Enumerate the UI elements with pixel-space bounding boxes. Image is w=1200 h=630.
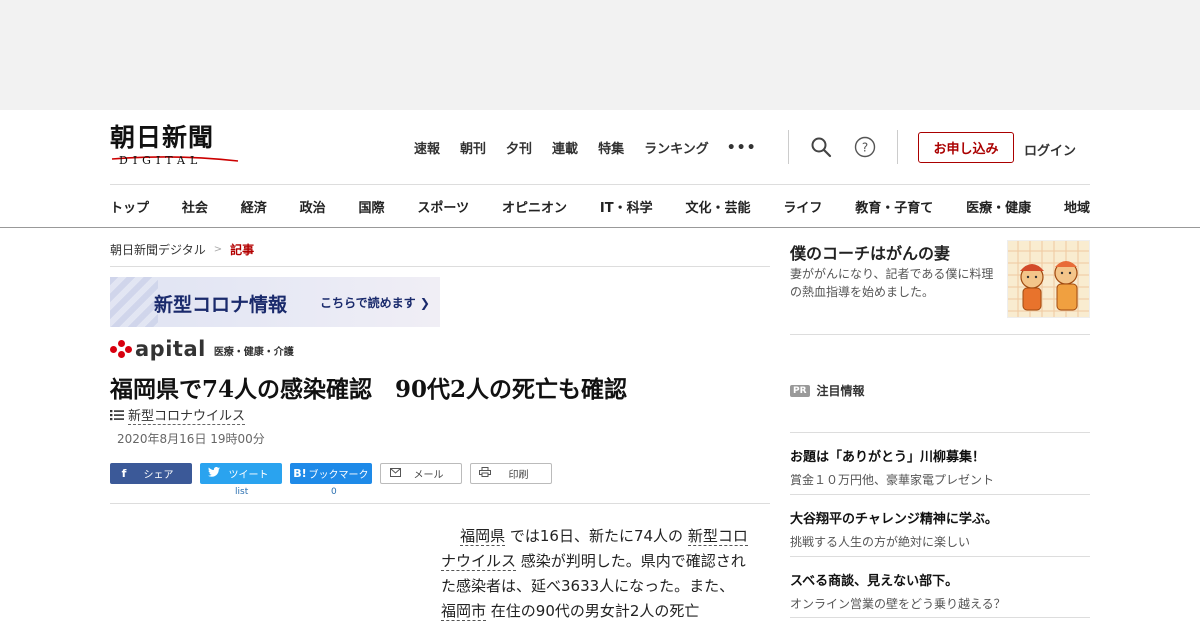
apital-brand[interactable]: apital 医療・健康・介護 [110, 336, 294, 360]
breadcrumb-rule [110, 266, 770, 267]
pr-item-title: スベる商談、見えない部下。 [790, 574, 959, 589]
article-body: 福岡県 では16日、新たに74人の 新型コロナウイルス 感染が判明した。県内で確… [441, 524, 751, 624]
sidebar-rule [790, 432, 1090, 433]
more-menu-icon[interactable]: ••• [727, 140, 757, 156]
mail-share-button[interactable]: メール [380, 463, 462, 484]
banner-pattern [110, 277, 158, 327]
topnav-rensai[interactable]: 連載 [552, 138, 578, 157]
header-rule [110, 184, 1090, 185]
sidebar-rule [790, 334, 1090, 335]
print-button[interactable]: 印刷 [470, 463, 552, 484]
breadcrumb: 朝日新聞デジタル > 記事 [110, 241, 254, 258]
site-header: 朝日新聞 DIGITAL 速報 朝刊 夕刊 連載 特集 ランキング ••• ? … [0, 110, 1200, 228]
corona-info-banner[interactable]: 新型コロナ情報 こちらで読めます ❯ [110, 277, 440, 327]
keyword-link-fukuoka-city[interactable]: 福岡市 [441, 602, 487, 621]
body-text-segment: 在住の90代の男女計2人の死亡 [486, 602, 700, 620]
pr-section-header: PR 注目情報 [790, 382, 865, 399]
print-label: 印刷 [508, 470, 529, 481]
cat-economy[interactable]: 経済 [241, 197, 267, 216]
top-ad-area [0, 0, 1200, 110]
subscribe-button[interactable]: お申し込み [918, 132, 1014, 163]
cat-top[interactable]: トップ [110, 197, 149, 216]
cat-education[interactable]: 教育・子育て [855, 197, 933, 216]
pr-item-title: 大谷翔平のチャレンジ精神に学ぶ。 [790, 512, 998, 527]
top-nav: 速報 朝刊 夕刊 連載 特集 ランキング ••• [414, 138, 777, 158]
sidebar-rule [790, 617, 1090, 618]
hatena-bookmark-icon: B! [293, 467, 307, 480]
breadcrumb-home[interactable]: 朝日新聞デジタル [110, 241, 206, 258]
breadcrumb-current: 記事 [230, 243, 255, 257]
sidebar-promo-title[interactable]: 僕のコーチはがんの妻 [790, 240, 950, 264]
site-logo[interactable]: 朝日新聞 DIGITAL [110, 124, 240, 170]
sidebar-rule [790, 494, 1090, 495]
topnav-sokuho[interactable]: 速報 [414, 138, 440, 157]
login-link[interactable]: ログイン [1024, 140, 1076, 159]
mail-icon [386, 467, 404, 480]
pr-section-title: 注目情報 [816, 384, 865, 398]
pr-item-subtitle: 賞金１０万円他、豪華家電プレゼント [790, 473, 995, 487]
article-headline: 福岡県で74人の感染確認 90代2人の死亡も確認 [110, 376, 628, 403]
cat-society[interactable]: 社会 [182, 197, 208, 216]
category-nav: トップ 社会 経済 政治 国際 スポーツ オピニオン IT・科学 文化・芸能 ラ… [110, 197, 1090, 216]
header-divider [788, 130, 789, 164]
topnav-ranking[interactable]: ランキング [644, 138, 709, 157]
cat-region[interactable]: 地域 [1064, 197, 1090, 216]
breadcrumb-separator: > [213, 244, 223, 255]
cat-international[interactable]: 国際 [359, 197, 385, 216]
logo-subtitle: DIGITAL [119, 154, 203, 167]
topnav-tokushu[interactable]: 特集 [598, 138, 624, 157]
cat-sports[interactable]: スポーツ [417, 197, 469, 216]
apital-logo-icon [110, 340, 132, 360]
topic-link[interactable]: 新型コロナウイルス [128, 405, 246, 425]
hatena-count[interactable]: 0 [331, 487, 337, 497]
cat-life[interactable]: ライフ [783, 197, 822, 216]
body-text-segment: では16日、新たに74人の [505, 527, 688, 545]
topnav-chokan[interactable]: 朝刊 [460, 138, 486, 157]
cat-health[interactable]: 医療・健康 [966, 197, 1031, 216]
sidebar-promo-illustration[interactable] [1007, 240, 1090, 318]
facebook-icon: f [121, 467, 127, 480]
banner-title: 新型コロナ情報 [154, 294, 288, 316]
mail-share-label: メール [413, 470, 444, 481]
article-paragraph: 福岡県 では16日、新たに74人の 新型コロナウイルス 感染が判明した。県内で確… [441, 524, 751, 624]
pr-item-subtitle: 挑戦する人生の方が絶対に楽しい [790, 535, 971, 549]
pr-item[interactable]: 大谷翔平のチャレンジ精神に学ぶ。 挑戦する人生の方が絶対に楽しい [790, 508, 1090, 550]
pr-item[interactable]: スベる商談、見えない部下。 オンライン営業の壁をどう乗り越える？ [790, 570, 1090, 612]
hatena-bookmark-button[interactable]: B! ブックマーク [290, 463, 372, 484]
search-icon[interactable] [810, 136, 832, 158]
apital-category: 医療・健康・介護 [213, 347, 294, 358]
twitter-icon [205, 467, 223, 480]
sidebar-promo-text: 妻ががんになり、記者である僕に料理の熱血指導を始めました。 [790, 267, 994, 299]
pr-badge: PR [790, 384, 810, 397]
keyword-link-fukuoka-pref[interactable]: 福岡県 [460, 527, 506, 546]
topnav-yukan[interactable]: 夕刊 [506, 138, 532, 157]
pr-item[interactable]: お題は「ありがとう」川柳募集！ 賞金１０万円他、豪華家電プレゼント [790, 446, 1090, 488]
pr-item-subtitle: オンライン営業の壁をどう乗り越える？ [790, 597, 1006, 611]
twitter-share-label: ツイート [228, 470, 269, 481]
sidebar-rule [790, 556, 1090, 557]
cat-culture[interactable]: 文化・芸能 [685, 197, 750, 216]
twitter-share-button[interactable]: ツイート [200, 463, 282, 484]
facebook-share-label: シェア [143, 470, 174, 481]
facebook-share-button[interactable]: f シェア [110, 463, 192, 484]
apital-wordmark: apital [135, 337, 206, 361]
pr-item-title: お題は「ありがとう」川柳募集！ [790, 450, 986, 465]
twitter-count[interactable]: list [235, 487, 248, 497]
article-date: 2020年8月16日 19時00分 [117, 432, 265, 446]
article-rule [110, 503, 770, 504]
banner-link: こちらで読めます ❯ [320, 296, 430, 310]
svg-text:?: ? [862, 141, 868, 155]
cat-it-science[interactable]: IT・科学 [600, 197, 653, 216]
hatena-bookmark-label: ブックマーク [308, 470, 369, 481]
help-icon[interactable]: ? [854, 136, 876, 158]
print-icon [476, 467, 494, 480]
header-divider [897, 130, 898, 164]
article-topic: 新型コロナウイルス [110, 405, 246, 425]
list-icon [110, 410, 124, 421]
logo-title: 朝日新聞 [110, 123, 215, 152]
cat-politics[interactable]: 政治 [300, 197, 326, 216]
cat-opinion[interactable]: オピニオン [502, 197, 567, 216]
